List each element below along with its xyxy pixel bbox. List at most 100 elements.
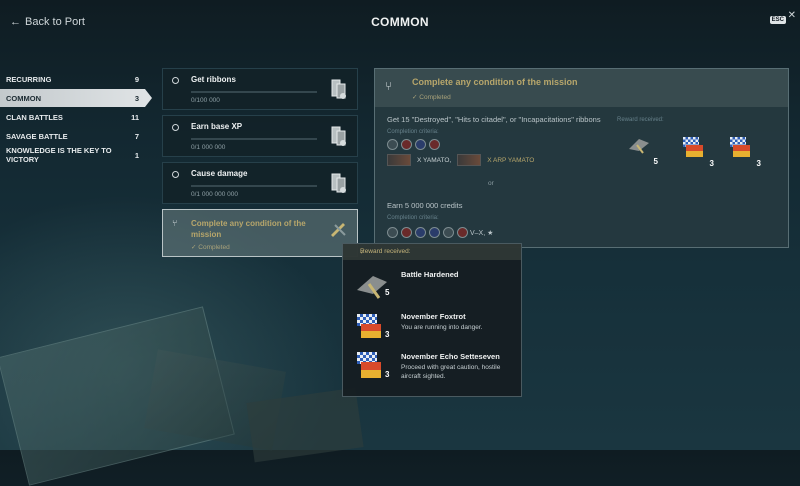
status-text: Completed: [198, 244, 230, 251]
flag-bottom-icon: [361, 362, 381, 378]
condition-2-text: Earn 5 000 000 credits: [387, 201, 463, 210]
sidebar-item-count: 9: [134, 74, 139, 84]
sidebar-item-count: 11: [131, 112, 139, 122]
sidebar-item-label: COMMON: [6, 93, 41, 103]
progress-bar: [191, 138, 317, 140]
ribbon-destroyed-icon: [387, 139, 398, 150]
tooltip-header-label: Reward received:: [360, 248, 411, 255]
reward-tooltip: ✓ Reward received: 5 Battle Hardened 3 N…: [342, 243, 522, 397]
signal-flag-icon: [733, 145, 750, 157]
mission-title: Earn base XP: [191, 122, 243, 131]
ship-list: X YAMATO, X ARP YAMATO: [387, 154, 534, 166]
reward-count: 3: [709, 159, 714, 168]
mission-detail-panel: ⑂ Complete any condition of the mission …: [374, 68, 789, 248]
item-description: You are running into danger.: [401, 324, 483, 331]
branch-icon: ⑂: [172, 218, 178, 228]
sidebar-item-label: RECURRING: [6, 74, 52, 84]
reward-count: 3: [756, 159, 761, 168]
sidebar-item-count: 7: [134, 131, 139, 141]
mission-title: Get ribbons: [191, 75, 236, 84]
criteria-label: Completion criteria:: [387, 215, 439, 221]
status-text: Completed: [419, 94, 451, 101]
criteria-label: Completion criteria:: [387, 129, 439, 135]
reward-count: 5: [653, 157, 658, 166]
nation-icon: [457, 227, 468, 238]
progress-bar: [191, 185, 317, 187]
mission-progress: 0/100 000: [191, 97, 220, 104]
tooltip-header: ✓ Reward received:: [343, 244, 521, 260]
ship-arp-yamato-icon: [457, 154, 482, 166]
incomplete-circle-icon: [172, 171, 179, 178]
ship-name: X YAMATO,: [417, 156, 452, 164]
sidebar-item-label: SAVAGE BATTLE: [6, 131, 68, 141]
camouflage-icon: [629, 139, 649, 154]
mission-progress: 0/1 000 000: [191, 144, 226, 151]
item-name: November Echo Setteseven: [401, 352, 500, 361]
detail-header: [375, 69, 788, 107]
mission-card-earn-base-xp[interactable]: Earn base XP 0/1 000 000: [162, 115, 358, 157]
reward-flag-november-echo[interactable]: 3: [730, 137, 761, 168]
signal-flag-icon: [686, 145, 703, 157]
item-count: 3: [385, 330, 390, 339]
credits-icon: [331, 79, 346, 99]
sidebar-item-count: 3: [134, 93, 139, 103]
ship-class-icons: [387, 227, 468, 238]
ship-class-icon: [387, 227, 398, 238]
sidebar-item-label: CLAN BATTLES: [6, 112, 63, 122]
tooltip-item-battle-hardened: 5 Battle Hardened: [355, 268, 515, 308]
sidebar-item-knowledge[interactable]: KNOWLEDGE IS THE KEY TO VICTORY 1: [0, 146, 145, 164]
sidebar-item-label: KNOWLEDGE IS THE KEY TO VICTORY: [6, 146, 112, 164]
mission-title: Cause damage: [191, 169, 248, 178]
progress-bar: [191, 91, 317, 93]
reward-camouflage[interactable]: 5: [627, 135, 658, 166]
item-count: 5: [385, 288, 390, 297]
mission-list: Get ribbons 0/100 000 Earn base XP 0/1 0…: [162, 68, 358, 262]
ribbon-incapacitation-icon: [415, 139, 426, 150]
tooltip-item-november-foxtrot: 3 November Foxtrot You are running into …: [355, 310, 515, 350]
nation-icon: [443, 227, 454, 238]
item-name: November Foxtrot: [401, 312, 466, 321]
ribbon-icons: [387, 139, 440, 150]
mission-category-sidebar: RECURRING 9 COMMON 3 CLAN BATTLES 11 SAV…: [0, 70, 152, 165]
ribbon-icon: [429, 139, 440, 150]
esc-key-badge[interactable]: ESC: [769, 16, 786, 24]
page-title: COMMON: [371, 15, 429, 29]
ship-name: X ARP YAMATO: [487, 156, 535, 164]
detail-status: ✓ Completed: [412, 94, 451, 101]
sidebar-item-common[interactable]: COMMON 3: [0, 89, 152, 107]
credits-icon: [331, 126, 346, 146]
item-count: 3: [385, 370, 390, 379]
sidebar-item-recurring[interactable]: RECURRING 9: [0, 70, 145, 88]
tier-range: V–X, ★: [470, 230, 494, 237]
nation-icon: [429, 227, 440, 238]
item-description: Proceed with great caution, hostile airc…: [401, 364, 501, 380]
item-name: Battle Hardened: [401, 270, 459, 279]
mission-title: Complete any condition of the mission: [191, 219, 306, 239]
tooltip-item-november-echo-setteseven: 3 November Echo Setteseven Proceed with …: [355, 350, 515, 390]
mission-progress: 0/1 000 000 000: [191, 191, 238, 198]
camouflage-icon: [331, 223, 346, 237]
top-bar: ← Back to Port COMMON ESC ✕: [0, 0, 800, 44]
mission-status: ✓ Completed: [191, 244, 230, 251]
sidebar-item-savage-battle[interactable]: SAVAGE BATTLE 7: [0, 127, 145, 145]
nation-icon: [401, 227, 412, 238]
mission-card-get-ribbons[interactable]: Get ribbons 0/100 000: [162, 68, 358, 110]
sidebar-item-count: 1: [134, 150, 139, 160]
ship-yamato-icon: [387, 154, 411, 166]
sidebar-item-clan-battles[interactable]: CLAN BATTLES 11: [0, 108, 145, 126]
mission-card-cause-damage[interactable]: Cause damage 0/1 000 000 000: [162, 162, 358, 204]
branch-icon: ⑂: [385, 79, 393, 93]
detail-title: Complete any condition of the mission: [412, 77, 578, 87]
incomplete-circle-icon: [172, 124, 179, 131]
condition-1-text: Get 15 "Destroyed", "Hits to citadel", o…: [387, 115, 601, 124]
or-separator: or: [488, 180, 494, 187]
ribbon-citadel-icon: [401, 139, 412, 150]
close-icon[interactable]: ✕: [788, 10, 796, 21]
reward-received-label: Reward received:: [617, 117, 664, 123]
flag-bottom-icon: [361, 324, 381, 338]
incomplete-circle-icon: [172, 77, 179, 84]
mission-card-complete-any-condition[interactable]: ⑂ Complete any condition of the mission …: [162, 209, 358, 257]
nation-icon: [415, 227, 426, 238]
reward-flag-november-foxtrot[interactable]: 3: [683, 137, 714, 168]
credits-icon: [331, 173, 346, 193]
